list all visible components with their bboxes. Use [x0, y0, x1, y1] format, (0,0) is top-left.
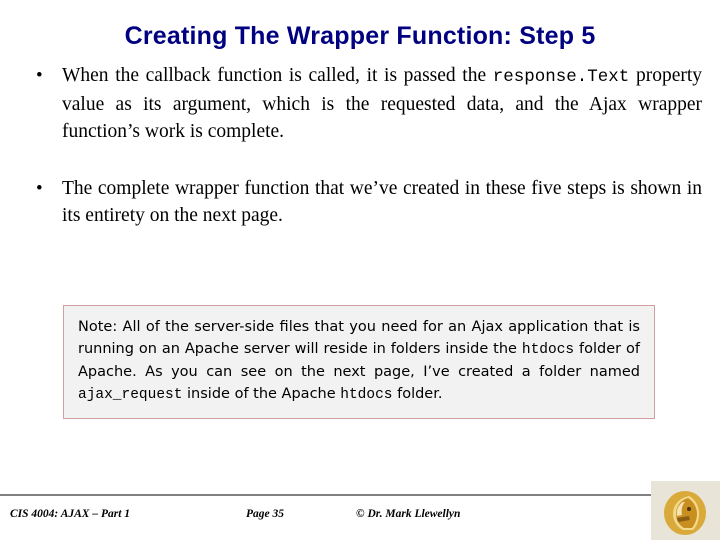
- bullet-text: The complete wrapper function that we’ve…: [62, 175, 702, 229]
- knight-icon: [664, 491, 706, 535]
- slide: Creating The Wrapper Function: Step 5 • …: [0, 0, 720, 540]
- note-callout: Note: All of the server-side files that …: [63, 305, 655, 419]
- note-code-part: ajax_request: [78, 387, 183, 403]
- note-code-part: htdocs: [521, 342, 575, 358]
- bullet-marker: •: [36, 65, 43, 86]
- bullet-text-part: The complete wrapper function that we’ve…: [62, 178, 702, 226]
- list-item: • The complete wrapper function that we’…: [0, 175, 720, 229]
- note-text: Note: All of the server-side files that …: [78, 316, 640, 406]
- bullet-marker: •: [36, 178, 43, 199]
- bullet-text-part: When the callback function is called, it…: [62, 65, 493, 86]
- footer: CIS 4004: AJAX – Part 1 Page 35 © Dr. Ma…: [0, 496, 720, 540]
- bullet-list: • When the callback function is called, …: [0, 62, 720, 247]
- note-code-part: htdocs: [340, 387, 393, 403]
- footer-course-label: CIS 4004: AJAX – Part 1: [10, 508, 131, 520]
- page-title: Creating The Wrapper Function: Step 5: [124, 22, 596, 50]
- footer-page-number: Page 35: [246, 508, 285, 520]
- footer-copyright: © Dr. Mark Llewellyn: [356, 508, 461, 520]
- note-text-part: folder.: [392, 386, 443, 402]
- list-item: • When the callback function is called, …: [0, 62, 720, 145]
- note-text-part: inside of the Apache: [182, 386, 341, 402]
- bullet-text: When the callback function is called, it…: [62, 62, 702, 145]
- bullet-code-part: response.Text: [492, 67, 630, 87]
- ucf-knight-logo: [651, 481, 720, 540]
